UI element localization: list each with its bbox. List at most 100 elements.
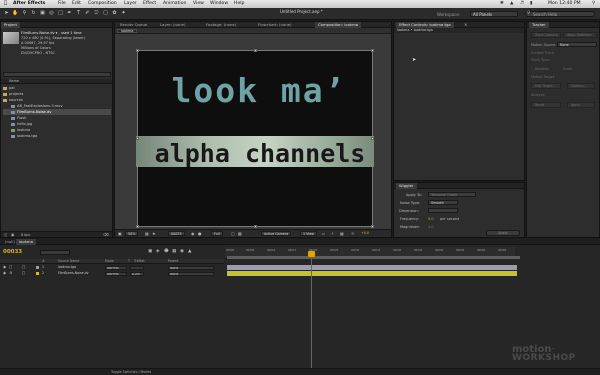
comp-new-icon[interactable]: ▣ — [11, 233, 14, 237]
apple-icon[interactable]:  — [4, 0, 7, 6]
rotation-checkbox[interactable]: Rotation — [535, 67, 549, 71]
parent-select[interactable]: None — [168, 271, 214, 276]
pan-behind-tool-icon[interactable]: ◎ — [48, 10, 55, 17]
apply-to-select[interactable]: Temporal Graph — [428, 192, 476, 197]
eye-icon[interactable]: ◉ — [3, 265, 6, 270]
label-color[interactable] — [36, 266, 39, 269]
lock-icon[interactable]: □ — [22, 271, 25, 276]
column-name[interactable]: Name — [9, 79, 19, 84]
warp-stabilizer-button[interactable]: Warp Stabilizer — [563, 32, 597, 38]
layer-handle[interactable] — [136, 137, 139, 140]
current-time-indicator[interactable] — [311, 249, 312, 371]
search-help-input[interactable]: Search Help — [525, 11, 595, 17]
noise-type-select[interactable]: Smooth — [428, 200, 458, 205]
layer-handle[interactable] — [136, 225, 139, 228]
menu-app[interactable]: After Effects — [13, 1, 45, 6]
timeline-search-input[interactable] — [40, 250, 70, 255]
always-preview-icon[interactable]: ▣ — [118, 231, 122, 236]
current-time-indicator-handle[interactable] — [308, 251, 315, 257]
lock-icon[interactable]: □ — [22, 265, 25, 270]
shy-icon[interactable]: ☻ — [164, 249, 169, 254]
list-item[interactable]: lookma.tga — [3, 133, 111, 139]
current-time-field[interactable]: 00033 — [168, 231, 185, 236]
eraser-tool-icon[interactable]: ▢ — [102, 10, 109, 17]
menu-window[interactable]: Window — [210, 1, 228, 6]
menu-composition[interactable]: Composition — [88, 1, 117, 6]
wifi-icon[interactable]: ▲ — [510, 1, 513, 6]
composition-viewer[interactable]: look ma’ alpha channels — [136, 49, 374, 228]
layer-duration-bar[interactable] — [227, 265, 517, 270]
track-camera-button[interactable]: Track Camera — [531, 32, 561, 38]
layer-handle[interactable] — [371, 137, 374, 140]
layer-handle[interactable] — [371, 49, 374, 52]
edit-target-button[interactable]: Edit Target... — [531, 83, 561, 89]
menu-view[interactable]: View — [193, 1, 204, 6]
parent-select[interactable]: None — [168, 265, 214, 270]
breadcrumb-lookma[interactable]: lookma — [117, 29, 138, 33]
table-row[interactable]: ◉ □ □ 1 lookma.tga Normal None — [0, 265, 224, 270]
type-tool-icon[interactable]: T — [75, 10, 82, 17]
frame-blending-icon[interactable]: ▦ — [172, 249, 176, 254]
layer-handle[interactable] — [136, 49, 139, 52]
camera-tool-icon[interactable]: ▣ — [39, 10, 46, 17]
options-button[interactable]: Options... — [567, 83, 595, 89]
spotlight-icon[interactable]: ⚲ — [592, 1, 595, 6]
blend-mode-select[interactable]: Normal — [105, 265, 127, 270]
scale-checkbox[interactable]: Scale — [563, 67, 572, 71]
project-search-input[interactable] — [3, 72, 111, 77]
blend-mode-select[interactable]: Normal — [105, 271, 127, 276]
exposure-icon[interactable]: ☼ — [351, 231, 355, 236]
region-of-interest-icon[interactable]: ▢ — [231, 231, 235, 236]
transparency-grid-icon[interactable]: ▩ — [238, 231, 242, 236]
layer-handle[interactable] — [371, 225, 374, 228]
menu-edit[interactable]: Edit — [72, 1, 81, 6]
exposure-value[interactable]: +0.0 — [359, 231, 371, 236]
frequency-value[interactable]: 5.0 — [428, 217, 434, 221]
audio-icon[interactable]: ♬ — [9, 271, 12, 276]
menu-effect[interactable]: Effect — [143, 1, 156, 6]
toggle-pixel-aspect-icon[interactable]: ▫ — [322, 231, 325, 236]
puppet-tool-icon[interactable]: ✦ — [120, 10, 127, 17]
menu-help[interactable]: Help — [234, 1, 244, 6]
layer-duration-bar[interactable] — [227, 271, 517, 276]
tab-tracker[interactable]: Tracker — [529, 22, 549, 28]
fast-previews-icon[interactable]: ⚡ — [331, 231, 334, 236]
trash-icon[interactable]: ⌫ — [103, 232, 109, 237]
brush-tool-icon[interactable]: ✐ — [84, 10, 91, 17]
menu-animation[interactable]: Animation — [163, 1, 186, 6]
motion-source-select[interactable]: None — [557, 42, 597, 47]
view-layout-select[interactable]: 1 View — [300, 231, 317, 236]
label-color[interactable] — [36, 272, 39, 275]
toggle-switches-modes[interactable]: Toggle Switches / Modes — [111, 370, 151, 374]
snapshot-icon[interactable]: ◉ — [191, 231, 195, 236]
layer-name[interactable]: FilmBurns-Noise.dv — [58, 271, 89, 276]
comp-mini-flowchart-icon[interactable]: ▣ — [148, 249, 152, 254]
rectangle-tool-icon[interactable]: □ — [57, 10, 64, 17]
folder-new-icon[interactable]: ◫ — [4, 233, 7, 237]
mask-visibility-icon[interactable]: ★ — [152, 231, 156, 236]
draft-3d-icon[interactable]: ◈ — [156, 249, 159, 254]
graph-editor-icon[interactable]: ▲ — [188, 249, 191, 254]
bluetooth-icon[interactable]: ✱ — [500, 1, 504, 6]
timeline-icon[interactable]: ▦ — [340, 231, 344, 236]
clone-stamp-tool-icon[interactable]: ⎋ — [93, 10, 100, 17]
column-source-name[interactable]: Source Name — [58, 259, 79, 264]
dimension-select[interactable] — [428, 208, 458, 213]
pen-tool-icon[interactable]: ✒ — [66, 10, 73, 17]
reset-button[interactable]: Reset — [531, 102, 561, 108]
menu-layer[interactable]: Layer — [124, 1, 137, 6]
menu-clock[interactable]: Mon 12:40 PM — [548, 1, 581, 6]
audio-icon[interactable]: □ — [9, 265, 12, 270]
workspace-select[interactable]: All Panels — [470, 11, 518, 17]
track-matte-select[interactable] — [130, 265, 144, 270]
safe-zones-icon[interactable]: ▦ — [145, 231, 149, 236]
layer-name[interactable]: lookma.tga — [58, 265, 76, 270]
selection-tool-icon[interactable]: ➤ — [3, 10, 10, 17]
wiggler-apply-button[interactable]: Apply — [486, 230, 520, 236]
layer-handle[interactable] — [254, 49, 257, 52]
motion-blur-icon[interactable]: ◉ — [180, 249, 184, 254]
close-icon[interactable]: × — [464, 22, 467, 27]
tab-project[interactable]: Project — [1, 22, 20, 28]
tab-lookma[interactable]: lookma — [16, 239, 36, 245]
roto-brush-tool-icon[interactable]: ✿ — [111, 10, 118, 17]
